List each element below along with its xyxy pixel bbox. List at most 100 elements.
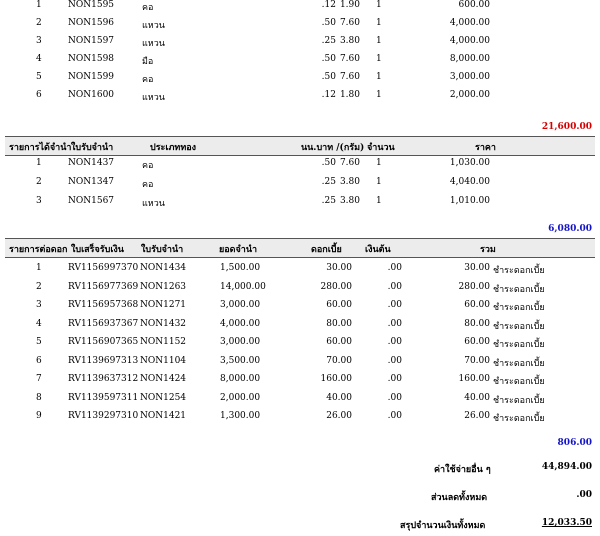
principal: .00 xyxy=(387,355,402,366)
gold-type: แหวน xyxy=(142,21,165,31)
row-number: 1 xyxy=(36,0,42,10)
receipt-number: RV1139297310 xyxy=(68,411,139,421)
row-number: 8 xyxy=(36,392,42,403)
pawn-ticket-code: NON1567 xyxy=(68,196,115,206)
gold-type: คอ xyxy=(142,180,154,190)
section2-total: 6,080.00 xyxy=(548,224,592,234)
receipt-number: RV1139637312 xyxy=(68,374,139,384)
header-interest: ดอกเบี้ย xyxy=(311,245,342,255)
receipt-number: RV1156907365 xyxy=(68,337,139,347)
row-number: 9 xyxy=(36,411,42,421)
weight-gram: 7.60 xyxy=(339,72,360,82)
header-sum: รวม xyxy=(480,245,496,255)
section1-total: 21,600.00 xyxy=(541,122,592,132)
pawn-ticket-code: NON1599 xyxy=(68,72,115,82)
sum: 280.00 xyxy=(458,281,491,292)
section2-header: รายการได้จำนำ ใบรับจำนำ ประเภททอง นน.บาท… xyxy=(5,136,595,156)
principal: .00 xyxy=(387,281,402,292)
row-number: 6 xyxy=(36,355,42,366)
sum: 60.00 xyxy=(464,300,490,310)
pawn-ticket-code: NON1347 xyxy=(68,177,115,187)
pawn-amount: 3,000.00 xyxy=(220,300,261,310)
pawn-amount: 2,000.00 xyxy=(220,392,261,403)
principal: .00 xyxy=(387,318,402,329)
weight-baht: .25 xyxy=(321,196,336,206)
header-weight: นน.บาท /(กรัม) xyxy=(301,143,365,153)
total-discount-label: ส่วนลดทั้งหมด xyxy=(431,493,488,503)
weight-baht: .50 xyxy=(321,158,336,168)
row-number: 1 xyxy=(36,263,42,273)
payment-note: ชำระดอกเบี้ย xyxy=(493,377,545,387)
gold-type: คอ xyxy=(142,75,154,85)
row-number: 3 xyxy=(36,36,42,46)
pawn-ticket-code: NON1152 xyxy=(140,337,187,347)
header-receipt: ใบเสร็จรับเงิน xyxy=(71,245,124,255)
row-number: 2 xyxy=(36,281,42,292)
weight-gram: 3.80 xyxy=(339,36,360,46)
other-expenses-label: ค่าใช้จ่ายอื่น ๆ xyxy=(434,465,491,475)
header-price: ราคา xyxy=(475,143,496,153)
sum: 40.00 xyxy=(464,392,490,403)
payment-note: ชำระดอกเบี้ย xyxy=(493,303,545,313)
pawn-amount: 4,000.00 xyxy=(220,318,261,329)
total-discount-value: .00 xyxy=(576,490,592,500)
principal: .00 xyxy=(387,263,402,273)
gold-type: คอ xyxy=(142,161,154,171)
pawn-ticket-code: NON1271 xyxy=(140,300,187,310)
quantity: 1 xyxy=(376,54,382,64)
weight-baht: .25 xyxy=(321,177,336,187)
gold-type: แหวน xyxy=(142,93,165,103)
interest: 60.00 xyxy=(326,337,352,347)
price: 3,000.00 xyxy=(449,72,490,82)
quantity: 1 xyxy=(376,90,382,100)
row-number: 3 xyxy=(36,300,42,310)
pawn-ticket-code: NON1598 xyxy=(68,54,115,64)
weight-gram: 1.90 xyxy=(339,0,360,10)
row-number: 5 xyxy=(36,337,42,347)
receipt-number: RV1139697313 xyxy=(68,355,139,366)
sum: 70.00 xyxy=(464,355,490,366)
pawn-ticket-code: NON1595 xyxy=(68,0,115,10)
receipt-number: RV1156997370 xyxy=(68,263,139,273)
weight-gram: 1.80 xyxy=(339,90,360,100)
payment-note: ชำระดอกเบี้ย xyxy=(493,266,545,276)
weight-gram: 3.80 xyxy=(339,196,360,206)
payment-note: ชำระดอกเบี้ย xyxy=(493,395,545,406)
price: 600.00 xyxy=(458,0,491,10)
row-number: 2 xyxy=(36,18,42,28)
price: 4,000.00 xyxy=(449,36,490,46)
payment-note: ชำระดอกเบี้ย xyxy=(493,284,545,295)
header-principal: เงินต้น xyxy=(365,245,391,255)
quantity: 1 xyxy=(376,196,382,206)
quantity: 1 xyxy=(376,36,382,46)
receipt-number: RV1156957368 xyxy=(68,300,139,310)
row-number: 4 xyxy=(36,318,42,329)
row-number: 7 xyxy=(36,374,42,384)
section3-header: รายการต่อดอก ใบเสร็จรับเงิน ใบรับจำนำ ยอ… xyxy=(5,238,595,258)
sum: 160.00 xyxy=(458,374,491,384)
payment-note: ชำระดอกเบี้ย xyxy=(493,358,545,369)
other-expenses-value: 44,894.00 xyxy=(541,462,592,472)
price: 1,010.00 xyxy=(449,196,490,206)
pawn-ticket-code: NON1596 xyxy=(68,18,115,28)
gold-type: แหวน xyxy=(142,199,165,209)
header-pawn-list: รายการได้จำนำ xyxy=(9,143,72,153)
payment-note: ชำระดอกเบี้ย xyxy=(493,321,545,332)
pawn-amount: 8,000.00 xyxy=(220,374,261,384)
sum: 60.00 xyxy=(464,337,490,347)
header-pawn-amount: ยอดจำนำ xyxy=(219,245,258,255)
price: 1,030.00 xyxy=(449,158,490,168)
payment-note: ชำระดอกเบี้ย xyxy=(493,340,545,350)
weight-baht: .50 xyxy=(321,18,336,28)
row-number: 3 xyxy=(36,196,42,206)
interest: 26.00 xyxy=(326,411,352,421)
header-pawn-ticket: ใบรับจำนำ xyxy=(71,143,114,153)
quantity: 1 xyxy=(376,0,382,10)
weight-baht: .12 xyxy=(321,90,336,100)
price: 8,000.00 xyxy=(449,54,490,64)
price: 4,000.00 xyxy=(449,18,490,28)
sum: 26.00 xyxy=(464,411,490,421)
row-number: 2 xyxy=(36,177,42,187)
receipt-number: RV1156977369 xyxy=(68,281,139,292)
section3-total: 806.00 xyxy=(557,438,592,448)
